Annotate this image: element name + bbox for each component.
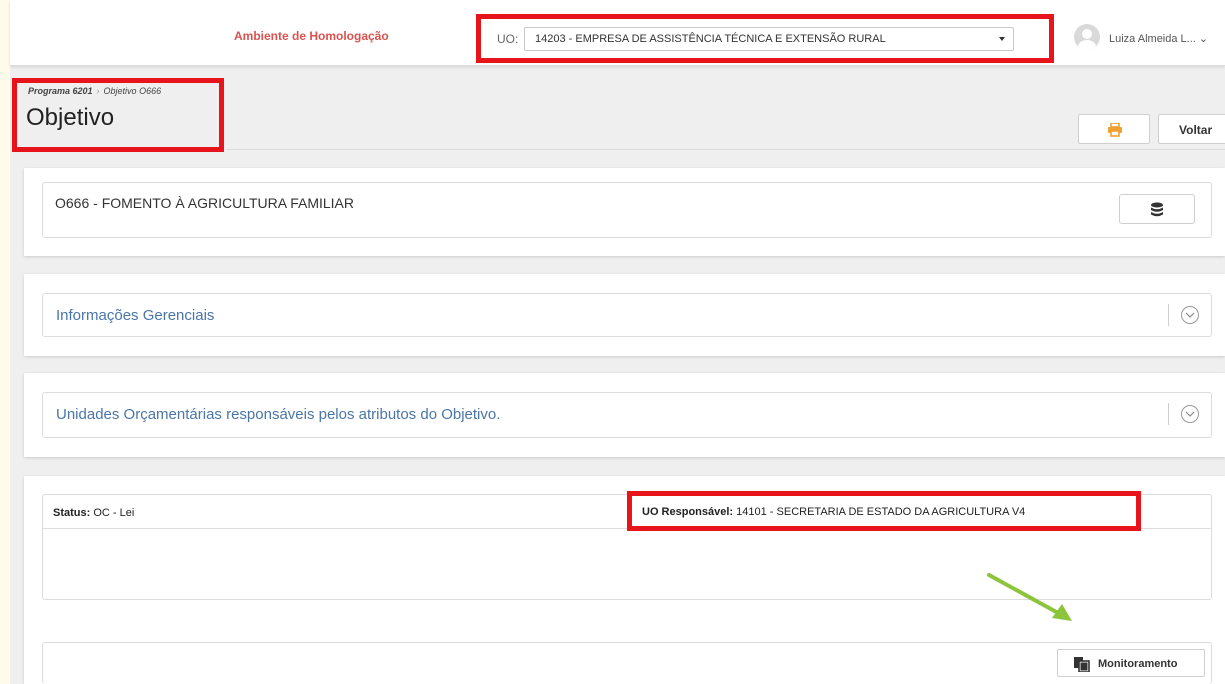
uo-responsible-highlight-box: UO Responsável: 14101 - SECRETARIA DE ES…: [627, 491, 1141, 531]
uo-responsible: UO Responsável: 14101 - SECRETARIA DE ES…: [642, 506, 1025, 518]
user-name: Luiza Almeida L... ⌄: [1109, 32, 1208, 45]
budget-units-panel: Unidades Orçamentárias responsáveis pelo…: [24, 373, 1225, 457]
budget-units-title[interactable]: Unidades Orçamentárias responsáveis pelo…: [56, 406, 500, 423]
status-value: OC - Lei: [93, 507, 135, 519]
management-info-panel: Informações Gerenciais: [24, 274, 1225, 356]
user-name-text: Luiza Almeida L...: [1109, 33, 1196, 45]
uo-label: UO:: [497, 32, 519, 46]
chevron-down-icon: ⌄: [1198, 33, 1209, 45]
status-label-key: Status:: [53, 507, 91, 519]
objective-box: O666 - FOMENTO À AGRICULTURA FAMILIAR: [42, 182, 1212, 238]
management-info-box[interactable]: Informações Gerenciais: [42, 293, 1212, 337]
breadcrumb-item-objetivo: Objetivo O666: [103, 86, 162, 96]
divider: [1168, 304, 1169, 326]
status-label: Status: OC - Lei: [53, 507, 134, 519]
chevron-down-circle-icon[interactable]: [1181, 306, 1199, 324]
uo-selected-value: 14203 - EMPRESA DE ASSISTÊNCIA TÉCNICA E…: [535, 33, 886, 45]
app-window: Ambiente de Homologação UO: 14203 - EMPR…: [10, 0, 1225, 684]
print-button[interactable]: [1078, 114, 1150, 144]
copy-icon: [1074, 657, 1090, 672]
divider: [1168, 403, 1169, 425]
page-title: Objetivo: [26, 104, 115, 131]
budget-units-box[interactable]: Unidades Orçamentárias responsáveis pelo…: [42, 392, 1212, 438]
avatar: [1074, 24, 1100, 50]
monitoring-box: Monitoramento: [42, 642, 1212, 684]
uo-responsible-value: 14101 - SECRETARIA DE ESTADO DA AGRICULT…: [736, 506, 1026, 518]
management-info-title[interactable]: Informações Gerenciais: [56, 307, 214, 324]
monitoring-button[interactable]: Monitoramento: [1057, 649, 1205, 677]
objective-title: O666 - FOMENTO À AGRICULTURA FAMILIAR: [55, 195, 354, 211]
breadcrumb-separator: ›: [96, 86, 100, 96]
printer-icon: [1108, 123, 1122, 137]
caret-down-icon: [999, 37, 1005, 41]
monitoring-button-label: Monitoramento: [1098, 658, 1178, 670]
top-bar: Ambiente de Homologação UO: 14203 - EMPR…: [10, 0, 1225, 66]
back-button-label: Voltar: [1179, 123, 1213, 137]
database-button[interactable]: [1119, 194, 1195, 224]
breadcrumb-item-programa[interactable]: Programa 6201: [28, 86, 93, 96]
annotation-arrow-icon: [987, 573, 1072, 621]
status-row: Status: OC - Lei UO Responsável: 14101 -…: [43, 491, 1211, 531]
objective-panel: O666 - FOMENTO À AGRICULTURA FAMILIAR: [24, 168, 1225, 256]
header-divider: [226, 149, 1225, 150]
database-icon: [1151, 202, 1163, 217]
chevron-down-circle-icon[interactable]: [1181, 405, 1199, 423]
back-button[interactable]: Voltar: [1158, 114, 1225, 144]
uo-select[interactable]: 14203 - EMPRESA DE ASSISTÊNCIA TÉCNICA E…: [524, 27, 1014, 51]
breadcrumb: Programa 6201 › Objetivo O666: [28, 86, 161, 96]
uo-highlight-box: UO: 14203 - EMPRESA DE ASSISTÊNCIA TÉCNI…: [476, 14, 1054, 63]
uo-responsible-key: UO Responsável:: [642, 506, 734, 518]
environment-label: Ambiente de Homologação: [234, 29, 389, 43]
